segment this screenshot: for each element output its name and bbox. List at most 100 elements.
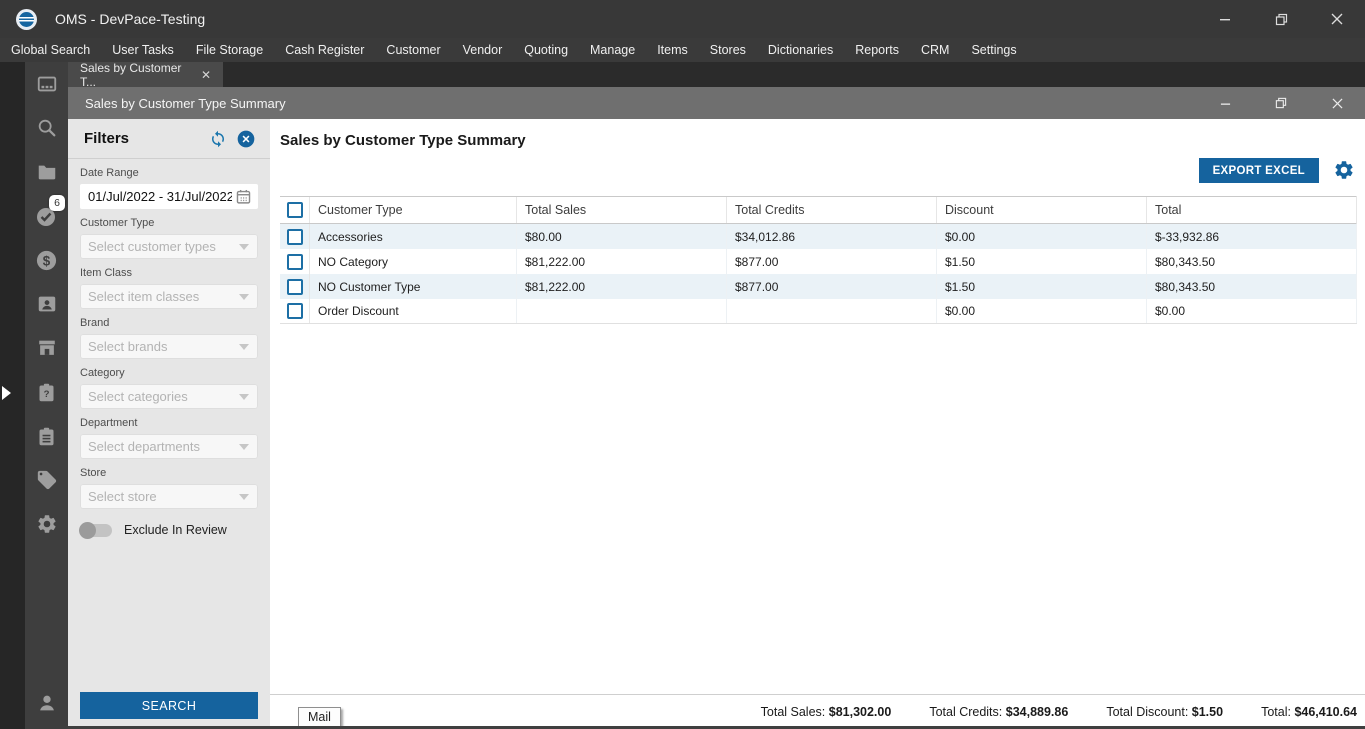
refresh-button[interactable]	[206, 127, 230, 151]
sidebar-item-dashboard[interactable]	[25, 62, 68, 106]
filters-close-button[interactable]	[234, 127, 258, 151]
table-row[interactable]: Order Discount $0.00 $0.00	[280, 299, 1356, 324]
user-icon	[36, 692, 58, 714]
sidebar-item-user[interactable]	[25, 681, 68, 725]
search-button[interactable]: SEARCH	[80, 692, 258, 719]
results-table: Customer Type Total Sales Total Credits …	[280, 196, 1357, 324]
select-all-checkbox[interactable]	[287, 202, 303, 218]
table-row[interactable]: Accessories $80.00 $34,012.86 $0.00 $-33…	[280, 224, 1356, 249]
cell-total-credits	[727, 299, 937, 323]
menu-item[interactable]: Quoting	[513, 38, 579, 62]
row-checkbox[interactable]	[287, 303, 303, 319]
cell-total: $80,343.50	[1147, 249, 1357, 274]
inner-minimize-button[interactable]	[1197, 87, 1253, 119]
restore-icon	[1275, 97, 1287, 109]
sidebar-item-quotes[interactable]: ?	[25, 370, 68, 414]
footer-total-label: Total Credits:	[929, 705, 1002, 719]
minimize-button[interactable]	[1197, 0, 1253, 38]
row-checkbox[interactable]	[287, 254, 303, 270]
restore-button[interactable]	[1253, 0, 1309, 38]
dashboard-icon	[36, 73, 58, 95]
column-header-customer-type[interactable]: Customer Type	[310, 197, 517, 223]
main-content: Sales by Customer Type Summary EXPORT EX…	[270, 119, 1365, 729]
filter-select[interactable]: Select categories	[80, 384, 258, 409]
svg-text:?: ?	[44, 388, 50, 399]
sidebar-item-search[interactable]	[25, 106, 68, 150]
footer-total-value: $46,410.64	[1294, 705, 1357, 719]
column-header-discount[interactable]: Discount	[937, 197, 1147, 223]
filter-select[interactable]: Select item classes	[80, 284, 258, 309]
sidebar-item-tasks[interactable]: 6	[25, 194, 68, 238]
sidebar-item-orders[interactable]	[25, 414, 68, 458]
cell-total-credits: $877.00	[727, 274, 937, 299]
filter-label: Brand	[80, 317, 258, 329]
column-header-total-sales[interactable]: Total Sales	[517, 197, 727, 223]
menu-item[interactable]: Manage	[579, 38, 646, 62]
menu-item[interactable]: Customer	[375, 38, 451, 62]
menu-item[interactable]: Cash Register	[274, 38, 375, 62]
tab-sales-by-customer-type[interactable]: Sales by Customer T... ✕	[68, 62, 223, 87]
chevron-down-icon	[239, 294, 249, 300]
sidebar-item-stores[interactable]	[25, 326, 68, 370]
menu-item[interactable]: Global Search	[0, 38, 101, 62]
menu-item[interactable]: File Storage	[185, 38, 274, 62]
chevron-down-icon	[239, 344, 249, 350]
exclude-in-review-toggle[interactable]	[80, 524, 112, 537]
menu-item[interactable]: Reports	[844, 38, 910, 62]
cell-discount: $0.00	[937, 224, 1147, 249]
close-icon	[1332, 98, 1343, 109]
chevron-down-icon	[239, 494, 249, 500]
inner-close-button[interactable]	[1309, 87, 1365, 119]
filter-select[interactable]: Select departments	[80, 434, 258, 459]
menu-item[interactable]: Dictionaries	[757, 38, 844, 62]
inner-restore-button[interactable]	[1253, 87, 1309, 119]
svg-text:$: $	[43, 253, 51, 268]
filters-heading: Filters	[84, 130, 202, 147]
table-row[interactable]: NO Category $81,222.00 $877.00 $1.50 $80…	[280, 249, 1356, 274]
row-checkbox[interactable]	[287, 279, 303, 295]
filter-select[interactable]: Select customer types	[80, 234, 258, 259]
export-excel-button[interactable]: EXPORT EXCEL	[1199, 158, 1319, 183]
sidebar-item-files[interactable]	[25, 150, 68, 194]
icon-sidebar: 6 $ ?	[25, 62, 68, 729]
sidebar-item-customers[interactable]	[25, 282, 68, 326]
tabstrip: Sales by Customer T... ✕	[68, 62, 1365, 87]
footer-total-value: $1.50	[1192, 705, 1223, 719]
filter-placeholder: Select customer types	[88, 239, 216, 254]
filter-label: Store	[80, 467, 258, 479]
window-title: OMS - DevPace-Testing	[55, 11, 205, 27]
tab-label: Sales by Customer T...	[80, 61, 187, 89]
filter-select[interactable]: Select store	[80, 484, 258, 509]
clipboard-list-icon	[36, 426, 57, 447]
row-checkbox-cell	[280, 299, 310, 323]
menu-item[interactable]: User Tasks	[101, 38, 185, 62]
menu-item[interactable]: Stores	[699, 38, 757, 62]
minimize-icon	[1219, 13, 1231, 25]
clipboard-question-icon: ?	[36, 382, 57, 403]
calendar-icon[interactable]	[235, 188, 252, 210]
date-range-input[interactable]	[80, 184, 258, 209]
panel-expand-arrow-icon[interactable]	[2, 386, 11, 400]
filter-placeholder: Select store	[88, 489, 157, 504]
menu-item[interactable]: CRM	[910, 38, 960, 62]
filter-select[interactable]: Select brands	[80, 334, 258, 359]
cell-customer-type: NO Customer Type	[310, 274, 517, 299]
menu-item[interactable]: Settings	[960, 38, 1027, 62]
tab-close-icon[interactable]: ✕	[201, 68, 211, 82]
close-button[interactable]	[1309, 0, 1365, 38]
row-checkbox-cell	[280, 249, 310, 274]
cell-total-sales: $81,222.00	[517, 249, 727, 274]
sidebar-item-settings[interactable]	[25, 502, 68, 546]
column-header-total[interactable]: Total	[1147, 197, 1357, 223]
table-row[interactable]: NO Customer Type $81,222.00 $877.00 $1.5…	[280, 274, 1356, 299]
sidebar-item-tags[interactable]	[25, 458, 68, 502]
column-header-total-credits[interactable]: Total Credits	[727, 197, 937, 223]
grid-settings-button[interactable]	[1333, 159, 1355, 186]
row-checkbox[interactable]	[287, 229, 303, 245]
menu-item[interactable]: Items	[646, 38, 699, 62]
menu-item[interactable]: Vendor	[452, 38, 514, 62]
folder-icon	[36, 161, 58, 183]
row-checkbox-cell	[280, 274, 310, 299]
chevron-down-icon	[239, 444, 249, 450]
sidebar-item-cash[interactable]: $	[25, 238, 68, 282]
